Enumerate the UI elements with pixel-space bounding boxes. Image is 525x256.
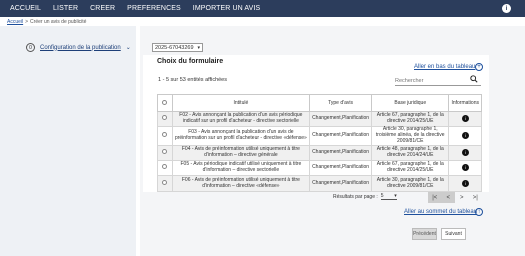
row-type: Changement,Planification	[309, 175, 373, 192]
info-icon[interactable]: i	[461, 115, 469, 123]
pager: |< < > >|	[428, 192, 482, 203]
search-icon[interactable]	[470, 75, 478, 83]
table-row[interactable]: F05 - Avis périodique indicatif utilisé …	[157, 160, 482, 177]
per-page-value: 5	[380, 193, 384, 199]
per-page-select[interactable]: 5 ▾	[380, 193, 397, 200]
nav-lister[interactable]: LISTER	[47, 5, 84, 12]
row-base: Article 48, paragraphe 1, de la directiv…	[371, 144, 450, 162]
prev-page-button[interactable]: <	[441, 192, 455, 203]
step-number: 0	[26, 43, 35, 52]
header-info: Informations	[448, 94, 482, 112]
arrow-up-circle-icon[interactable]: ↑	[475, 208, 483, 216]
row-intitule: F02 - Avis annonçant la publication d'un…	[171, 110, 311, 128]
row-radio[interactable]	[162, 148, 168, 154]
header-base[interactable]: Base juridique	[371, 94, 450, 112]
step-label[interactable]: Configuration de la publication	[40, 45, 121, 51]
forms-table: Intitulé Type d'avis Base juridique Info…	[157, 94, 482, 192]
next-page-button[interactable]: >	[455, 192, 469, 203]
chevron-down-icon[interactable]: ⌄	[126, 44, 131, 51]
info-icon[interactable]: i	[461, 148, 469, 156]
row-info: i	[448, 160, 482, 177]
info-icon[interactable]: i	[461, 132, 469, 140]
row-base: Article 67, paragraphe 1, de la directiv…	[371, 110, 450, 128]
row-select	[157, 144, 173, 162]
row-radio[interactable]	[162, 179, 168, 185]
info-icon[interactable]: i	[461, 164, 469, 172]
nav-importer-avis[interactable]: IMPORTER UN AVIS	[187, 5, 266, 12]
row-intitule: F05 - Avis périodique indicatif utilisé …	[171, 160, 311, 177]
top-nav-bar: ACCUEIL LISTER CREER PREFERENCES IMPORTE…	[0, 0, 525, 17]
row-intitule: F03 - Avis annonçant la publication d'un…	[171, 126, 311, 146]
first-page-button[interactable]: |<	[428, 192, 442, 203]
table-row[interactable]: F04 - Avis de préinformation utilisé uni…	[157, 144, 482, 162]
go-to-bottom-link[interactable]: Aller en bas du tableau	[414, 64, 475, 70]
nav-preferences[interactable]: PREFERENCES	[121, 5, 187, 12]
previous-button[interactable]: Précédent	[412, 228, 437, 240]
row-type: Changement,Planification	[309, 126, 373, 146]
row-info: i	[448, 110, 482, 128]
table-row[interactable]: F06 - Avis de préinformation utilisé uni…	[157, 175, 482, 192]
table-row[interactable]: F02 - Avis annonçant la publication d'un…	[157, 110, 482, 128]
row-radio[interactable]	[162, 132, 168, 138]
row-base: Article 30, paragraphe 1, de la directiv…	[371, 175, 450, 192]
row-intitule: F04 - Avis de préinformation utilisé uni…	[171, 144, 311, 162]
breadcrumb-home-link[interactable]: Accueil	[7, 19, 23, 25]
select-all-radio[interactable]	[162, 99, 168, 105]
info-icon[interactable]: i	[502, 4, 511, 13]
row-select	[157, 126, 173, 146]
sidebar	[0, 26, 136, 256]
row-radio[interactable]	[162, 164, 168, 170]
go-to-top-link[interactable]: Aller au sommet du tableau	[404, 209, 477, 215]
row-base: Article 67, paragraphe 1, de la directiv…	[371, 160, 450, 177]
row-base: Article 30, paragraphe 1, troisième alin…	[371, 126, 450, 146]
entity-count: 1 - 5 sur 53 entités affichées	[158, 77, 227, 83]
row-type: Changement,Planification	[309, 160, 373, 177]
results-per-page-label: Résultats par page :	[333, 193, 378, 200]
header-type[interactable]: Type d'avis	[309, 94, 373, 112]
table-row[interactable]: F03 - Avis annonçant la publication d'un…	[157, 126, 482, 146]
nav-creer[interactable]: CREER	[84, 5, 121, 12]
chevron-down-icon: ▾	[197, 44, 200, 51]
last-page-button[interactable]: >|	[469, 192, 483, 203]
plus-circle-icon[interactable]: +	[475, 63, 483, 71]
version-select[interactable]: 2025-67043269 ▾	[152, 43, 203, 52]
nav-accueil[interactable]: ACCUEIL	[0, 5, 47, 12]
chevron-down-icon: ▾	[394, 193, 397, 199]
breadcrumb-current: Créer un avis de publicité	[30, 19, 87, 25]
row-info: i	[448, 126, 482, 146]
table-header-row: Intitulé Type d'avis Base juridique Info…	[157, 94, 482, 112]
version-select-value: 2025-67043269	[155, 44, 194, 51]
header-intitule[interactable]: Intitulé	[171, 94, 311, 112]
breadcrumb-separator: >	[25, 19, 29, 25]
search-input[interactable]	[395, 76, 481, 86]
row-radio[interactable]	[162, 115, 168, 121]
row-select	[157, 160, 173, 177]
row-intitule: F06 - Avis de préinformation utilisé uni…	[171, 175, 311, 192]
row-select	[157, 110, 173, 128]
row-select	[157, 175, 173, 192]
next-button[interactable]: Suivant	[441, 228, 466, 240]
row-type: Changement,Planification	[309, 110, 373, 128]
panel-title: Choix du formulaire	[157, 58, 224, 65]
info-icon[interactable]: i	[461, 179, 469, 187]
breadcrumb: Accueil > Créer un avis de publicité	[7, 19, 86, 25]
row-info: i	[448, 144, 482, 162]
header-select	[157, 94, 173, 112]
row-info: i	[448, 175, 482, 192]
results-per-page: Résultats par page : 5 ▾	[333, 193, 397, 200]
step-configuration[interactable]: 0 Configuration de la publication ⌄	[26, 43, 131, 52]
row-type: Changement,Planification	[309, 144, 373, 162]
